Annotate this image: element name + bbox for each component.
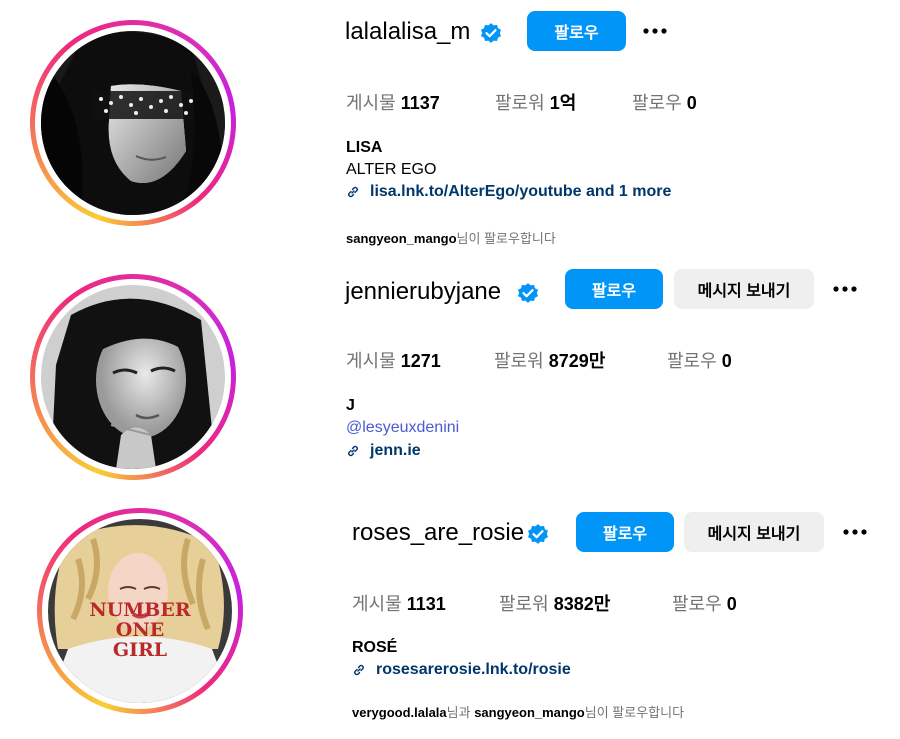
more-options-icon[interactable] — [830, 274, 860, 304]
posts-stat: 게시물 1131 — [352, 594, 446, 614]
story-ring[interactable] — [30, 20, 236, 226]
verified-badge-icon — [518, 283, 538, 303]
mention-link[interactable]: @lesyeuxdenini — [346, 419, 459, 437]
link-icon — [348, 186, 358, 198]
link-icon — [354, 664, 364, 676]
followers-stat[interactable]: 팔로워 1억 — [495, 89, 576, 115]
posts-stat: 게시물 1271 — [346, 351, 441, 371]
username: roses_are_rosie — [352, 519, 525, 546]
full-name: J — [346, 397, 355, 414]
following-stat[interactable]: 팔로우 0 — [667, 347, 732, 373]
follow-button[interactable]: 팔로우 — [527, 11, 626, 51]
follow-button[interactable]: 팔로우 — [565, 269, 663, 309]
follow-button[interactable]: 팔로우 — [576, 512, 674, 552]
profile-link[interactable]: jenn.ie — [346, 442, 421, 460]
full-name: LISA — [346, 139, 383, 156]
more-options-icon[interactable] — [840, 517, 870, 547]
profile-jennierubyjane: jennierubyjane 팔로우 메시지 보내기 게시물 1271 팔로워 … — [0, 260, 900, 500]
username: jennierubyjane — [345, 278, 502, 305]
profile-lalalalisa: lalalalisa_m 팔로우 게시물 1137 팔로워 1억 팔로우 0 L… — [0, 0, 900, 260]
avatar[interactable] — [41, 31, 225, 215]
full-name: ROSÉ — [352, 639, 398, 656]
link-icon — [348, 445, 358, 457]
shirt-text: NUMBER ONE GIRL — [89, 599, 191, 661]
story-ring[interactable]: NUMBER ONE GIRL — [37, 508, 243, 714]
avatar[interactable] — [41, 285, 225, 469]
verified-badge-icon — [481, 23, 501, 43]
following-stat[interactable]: 팔로우 0 — [672, 590, 737, 616]
following-stat[interactable]: 팔로우 0 — [632, 89, 697, 115]
followed-by-text[interactable]: verygood.lalala님과 sangyeon_mango님이 팔로우합니… — [352, 702, 684, 721]
followers-stat[interactable]: 팔로워 8382만 — [499, 590, 610, 616]
bio-text: ALTER EGO — [346, 161, 437, 178]
posts-stat: 게시물 1137 — [346, 93, 440, 113]
followed-by-text[interactable]: sangyeon_mango님이 팔로우합니다 — [346, 228, 556, 247]
profile-link[interactable]: rosesarerosie.lnk.to/rosie — [352, 661, 571, 679]
verified-badge-icon — [528, 524, 548, 544]
username: lalalalisa_m — [345, 18, 471, 45]
story-ring[interactable] — [30, 274, 236, 480]
followers-stat[interactable]: 팔로워 8729만 — [494, 347, 605, 373]
message-button[interactable]: 메시지 보내기 — [684, 512, 824, 552]
more-options-icon[interactable] — [640, 16, 670, 46]
profile-roses-are-rosie: NUMBER ONE GIRL roses_are_rosie 팔로우 메시지 … — [0, 500, 900, 739]
message-button[interactable]: 메시지 보내기 — [674, 269, 814, 309]
profile-link[interactable]: lisa.lnk.to/AlterEgo/youtube and 1 more — [346, 183, 671, 201]
